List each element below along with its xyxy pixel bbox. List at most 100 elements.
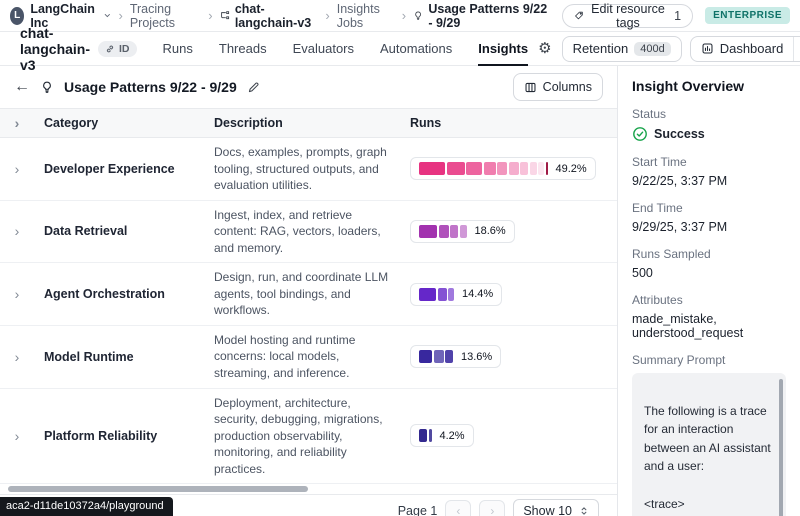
dashboard-button-group: Dashboard ⋮ [689, 35, 800, 62]
app-window: L LangChain Inc › Tracing Projects › cha… [0, 0, 800, 516]
row-category: Platform Reliability [44, 428, 158, 443]
tab-threads[interactable]: Threads [219, 32, 267, 66]
column-header-description: Description [214, 116, 283, 130]
row-expand-icon[interactable]: › [15, 287, 20, 301]
tab-automations[interactable]: Automations [380, 32, 452, 66]
horizontal-scrollbar [0, 484, 617, 494]
table-body: › Developer Experience Docs, examples, p… [0, 138, 617, 485]
row-category: Agent Orchestration [44, 287, 165, 302]
start-time-label: Start Time [632, 155, 687, 169]
breadcrumb-separator: › [118, 8, 123, 23]
tag-icon [575, 11, 583, 20]
runs-bar: 4.2% [410, 424, 474, 448]
table-row[interactable]: › Developer Experience Docs, examples, p… [0, 138, 617, 201]
enterprise-badge: ENTERPRISE [705, 7, 790, 24]
chevron-down-icon [104, 13, 110, 18]
row-description: Ingest, index, and retrieve content: RAG… [214, 207, 381, 255]
table-row[interactable]: › Data Retrieval Ingest, index, and retr… [0, 200, 617, 264]
runs-bar: 14.4% [410, 282, 503, 306]
edit-pencil-icon[interactable] [247, 81, 260, 94]
next-page-button[interactable]: › [479, 500, 506, 516]
row-category: Developer Experience [44, 161, 175, 176]
link-icon [106, 45, 114, 52]
edit-resource-tags-count: 1 [674, 8, 682, 23]
expand-all-icon[interactable]: › [15, 116, 20, 130]
runs-percent: 49.2% [555, 162, 587, 175]
row-description: Design, run, and coordinate LLM agents, … [214, 270, 389, 318]
runs-bar-segments [419, 287, 454, 301]
runs-bar: 13.6% [410, 345, 502, 369]
prompt-scrollbar-thumb[interactable] [779, 379, 783, 516]
prev-page-button[interactable]: ‹ [445, 500, 472, 516]
retention-button[interactable]: Retention 400d [561, 35, 682, 62]
table-header: › Category Description Runs [0, 108, 617, 138]
runs-bar-segments [419, 350, 453, 364]
edit-resource-tags-label: Edit resource tags [591, 1, 665, 30]
bar-chart-icon [702, 43, 713, 54]
page-label: Page 1 [397, 504, 438, 516]
panel-title: Insight Overview [632, 78, 745, 94]
link-preview-tooltip: aca2-d11de10372a4/playground [0, 497, 173, 516]
column-header-runs: Runs [410, 116, 442, 130]
lightbulb-icon [43, 81, 51, 93]
edit-resource-tags-button[interactable]: Edit resource tags 1 [562, 1, 694, 30]
column-header-category: Category [44, 116, 99, 130]
breadcrumb-separator: › [208, 8, 213, 23]
status-label: Status [632, 107, 667, 121]
breadcrumb-insights-jobs[interactable]: Insights Jobs [337, 2, 395, 30]
runs-percent: 4.2% [439, 429, 465, 442]
row-description: Docs, examples, prompts, graph tooling, … [214, 145, 387, 193]
horizontal-scrollbar-thumb[interactable] [8, 486, 308, 493]
runs-bar-segments [419, 429, 432, 443]
end-time-label: End Time [632, 201, 683, 215]
summary-prompt-block: The following is a trace for an interact… [632, 373, 786, 516]
trace-icon [220, 11, 229, 20]
page-title: Usage Patterns 9/22 - 9/29 [64, 79, 237, 95]
breadcrumb-tracing-projects[interactable]: Tracing Projects [130, 2, 201, 30]
retention-value-badge: 400d [634, 41, 671, 56]
project-id-pill[interactable]: ID [98, 40, 137, 57]
row-expand-icon[interactable]: › [15, 224, 20, 238]
settings-gear-icon[interactable]: ⚙ [536, 41, 553, 56]
insight-overview-panel: Insight Overview Status Success Start Ti… [618, 66, 800, 516]
page-size-select[interactable]: Show 10 [513, 499, 599, 516]
runs-percent: 18.6% [474, 225, 506, 238]
breadcrumb-current[interactable]: Usage Patterns 9/22 - 9/29 [413, 2, 550, 30]
start-time-value: 9/22/25, 3:37 PM [632, 174, 728, 188]
breadcrumb-separator: › [401, 8, 407, 23]
more-options-kebab-icon[interactable]: ⋮ [793, 36, 800, 61]
row-description: Deployment, architecture, security, debu… [214, 395, 383, 476]
tab-runs[interactable]: Runs [163, 32, 193, 66]
table-row[interactable]: › Platform Reliability Deployment, archi… [0, 388, 617, 485]
end-time-value: 9/29/25, 3:37 PM [632, 220, 728, 234]
org-avatar[interactable]: L [10, 6, 25, 25]
back-arrow-icon[interactable]: ← [14, 78, 30, 96]
breadcrumb-separator: › [325, 8, 330, 23]
tab-insights[interactable]: Insights [478, 32, 528, 66]
runs-bar-segments [419, 224, 467, 238]
row-expand-icon[interactable]: › [15, 350, 20, 364]
columns-icon [525, 82, 536, 92]
row-expand-icon[interactable]: › [15, 429, 20, 443]
status-badge: Success [632, 126, 786, 142]
attributes-label: Attributes [632, 293, 683, 307]
lightbulb-icon [415, 11, 422, 20]
columns-button[interactable]: Columns [512, 73, 603, 101]
row-category: Model Runtime [44, 349, 134, 364]
tab-evaluators[interactable]: Evaluators [293, 32, 354, 66]
table-row[interactable]: › Model Runtime Model hosting and runtim… [0, 325, 617, 389]
breadcrumb-project[interactable]: chat-langchain-v3 [220, 2, 319, 30]
summary-prompt-label: Summary Prompt [632, 353, 726, 367]
breadcrumb: L LangChain Inc › Tracing Projects › cha… [0, 0, 800, 32]
runs-sampled-label: Runs Sampled [632, 247, 711, 261]
runs-bar-segments [419, 162, 548, 176]
insight-titlebar: ← Usage Patterns 9/22 - 9/29 Columns [0, 66, 617, 108]
runs-percent: 14.4% [462, 288, 494, 301]
attributes-value: made_mistake, understood_request [632, 312, 744, 340]
check-circle-icon [633, 127, 647, 141]
dashboard-button[interactable]: Dashboard [691, 37, 794, 61]
row-expand-icon[interactable]: › [15, 162, 20, 176]
project-header: chat-langchain-v3 ID Runs Threads Evaluato… [0, 25, 800, 73]
table-row[interactable]: › Agent Orchestration Design, run, and c… [0, 263, 617, 326]
project-tabs: Runs Threads Evaluators Automations Insights [163, 32, 529, 66]
